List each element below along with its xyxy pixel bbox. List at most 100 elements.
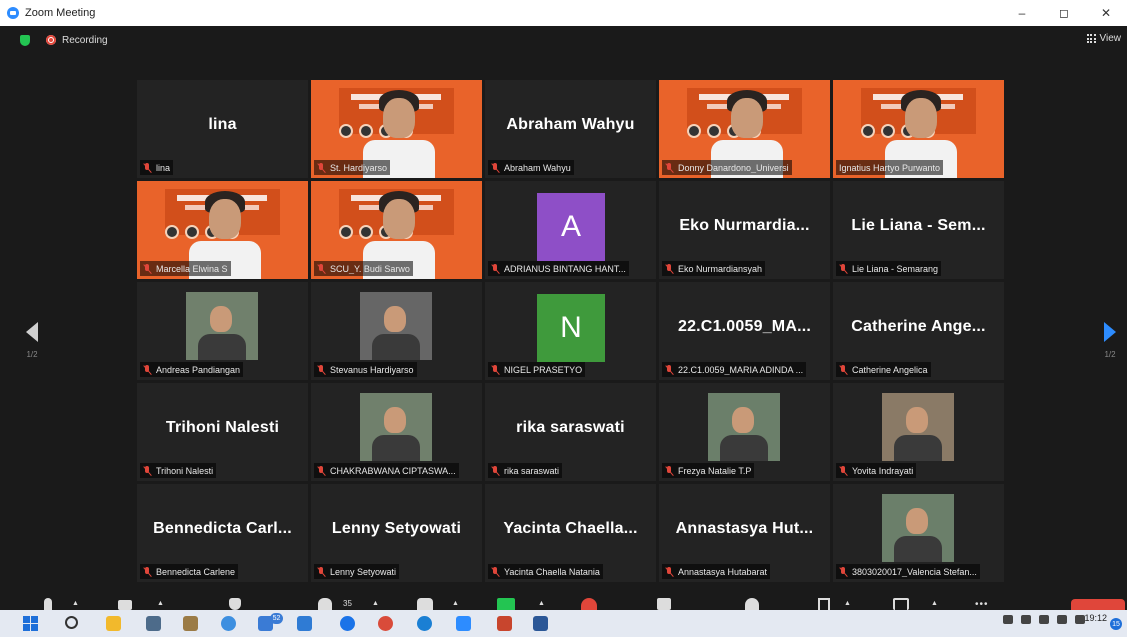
- reactions-icon[interactable]: [745, 598, 759, 610]
- participant-name-tag: Eko Nurmardiansyah: [662, 261, 766, 276]
- participant-tile[interactable]: A ADRIANUS BINTANG HANT...: [485, 181, 656, 279]
- participant-display-name: Bennedicta Carl...: [153, 520, 292, 537]
- chrome-icon[interactable]: [378, 616, 393, 631]
- mic-options-caret-icon[interactable]: ▲: [72, 600, 79, 607]
- volume-icon[interactable]: [1057, 615, 1067, 624]
- participant-name-tag: Trihoni Nalesti: [140, 463, 217, 478]
- participant-tile[interactable]: lina lina: [137, 80, 308, 178]
- notifications-badge[interactable]: 15: [1110, 618, 1122, 630]
- participant-display-name: Lie Liana - Sem...: [851, 217, 986, 234]
- muted-mic-icon: [839, 465, 848, 476]
- microphone-icon[interactable]: [44, 598, 52, 610]
- participant-name: Lie Liana - Semarang: [852, 263, 939, 274]
- chat-icon[interactable]: [417, 598, 433, 610]
- participant-tile[interactable]: Yacinta Chaella... Yacinta Chaella Natani…: [485, 484, 656, 582]
- close-button[interactable]: ✕: [1085, 0, 1127, 26]
- participant-tile[interactable]: rika saraswati rika saraswati: [485, 383, 656, 481]
- muted-mic-icon: [665, 364, 674, 375]
- muted-mic-icon: [143, 465, 152, 476]
- participant-tile[interactable]: Bennedicta Carl... Bennedicta Carlene: [137, 484, 308, 582]
- participant-tile[interactable]: Ignatius Hartyo Purwanto: [833, 80, 1004, 178]
- app-icon[interactable]: [146, 616, 161, 631]
- participant-name-tag: Annastasya Hutabarat: [662, 564, 771, 579]
- app-icon[interactable]: [183, 616, 198, 631]
- participant-name: 22.C1.0059_MARIA ADINDA ...: [678, 364, 804, 375]
- participant-tile[interactable]: SCU_Y. Budi Sarwo: [311, 181, 482, 279]
- participant-name-tag: 3803020017_Valencia Stefan...: [836, 564, 980, 579]
- encryption-shield-icon[interactable]: [20, 34, 30, 46]
- participant-tile[interactable]: Abraham Wahyu Abraham Wahyu: [485, 80, 656, 178]
- word-icon[interactable]: [533, 616, 548, 631]
- participant-tile[interactable]: St. Hardiyarso: [311, 80, 482, 178]
- share-screen-icon[interactable]: [497, 598, 515, 610]
- participant-name-tag: Yovita Indrayati: [836, 463, 917, 478]
- participant-tile[interactable]: Stevanus Hardiyarso: [311, 282, 482, 380]
- camera-icon[interactable]: [118, 600, 132, 610]
- participant-name-tag: Ignatius Hartyo Purwanto: [836, 160, 944, 175]
- taskbar-clock[interactable]: 19:12: [1084, 613, 1107, 624]
- zoom-app-icon[interactable]: [456, 616, 471, 631]
- system-tray: [1003, 615, 1093, 624]
- minimize-button[interactable]: –: [1001, 0, 1043, 26]
- next-page-arrow-icon[interactable]: [1104, 322, 1116, 342]
- participant-name-tag: Marcella Elwina S: [140, 261, 231, 276]
- browser-icon[interactable]: [340, 616, 355, 631]
- notes-icon[interactable]: [893, 598, 909, 610]
- tray-chevron-icon[interactable]: [1003, 615, 1013, 624]
- participant-tile[interactable]: Andreas Pandiangan: [137, 282, 308, 380]
- participant-photo: [186, 292, 258, 360]
- camera-options-caret-icon[interactable]: ▲: [157, 600, 164, 607]
- participant-name: NIGEL PRASETYO: [504, 364, 583, 375]
- more-options-button[interactable]: •••: [975, 599, 989, 610]
- security-icon[interactable]: [229, 598, 241, 610]
- app-icon[interactable]: [221, 616, 236, 631]
- microphone-tray-icon[interactable]: [1021, 615, 1031, 624]
- participant-tile[interactable]: Yovita Indrayati: [833, 383, 1004, 481]
- app-icon[interactable]: [297, 616, 312, 631]
- participant-tile[interactable]: Trihoni Nalesti Trihoni Nalesti: [137, 383, 308, 481]
- powerpoint-icon[interactable]: [497, 616, 512, 631]
- participant-tile[interactable]: Annastasya Hut... Annastasya Hutabarat: [659, 484, 830, 582]
- participant-tile[interactable]: Lenny Setyowati Lenny Setyowati: [311, 484, 482, 582]
- participant-name-tag: CHAKRABWANA CIPTASWA...: [314, 463, 459, 478]
- participant-name-tag: rika saraswati: [488, 463, 563, 478]
- apps-icon[interactable]: [657, 598, 671, 610]
- participants-icon[interactable]: [318, 598, 332, 610]
- participant-tile[interactable]: CHAKRABWANA CIPTASWA...: [311, 383, 482, 481]
- record-icon[interactable]: [581, 598, 597, 610]
- whiteboard-icon[interactable]: [818, 598, 830, 610]
- notes-caret-icon[interactable]: ▲: [931, 600, 938, 607]
- zoom-logo-icon: [7, 7, 19, 19]
- participant-display-name: 22.C1.0059_MA...: [677, 318, 812, 335]
- participant-tile[interactable]: Donny Danardono_Universi: [659, 80, 830, 178]
- windows-start-icon[interactable]: [23, 616, 38, 631]
- participant-name: rika saraswati: [504, 465, 560, 476]
- participant-tile[interactable]: Marcella Elwina S: [137, 181, 308, 279]
- participant-name: Annastasya Hutabarat: [678, 566, 768, 577]
- participant-tile[interactable]: Lie Liana - Sem... Lie Liana - Semarang: [833, 181, 1004, 279]
- participants-caret-icon[interactable]: ▲: [372, 600, 379, 607]
- participant-photo: [360, 292, 432, 360]
- participant-tile[interactable]: Eko Nurmardia... Eko Nurmardiansyah: [659, 181, 830, 279]
- maximize-button[interactable]: ◻: [1043, 0, 1085, 26]
- muted-mic-icon: [665, 263, 674, 274]
- participant-gallery: lina lina St. Hardiyarso Abraham Wahyu Abrah…: [137, 80, 1007, 582]
- participant-tile[interactable]: N NIGEL PRASETYO: [485, 282, 656, 380]
- view-button[interactable]: View: [1086, 33, 1121, 44]
- participant-tile[interactable]: 22.C1.0059_MA... 22.C1.0059_MARIA ADINDA …: [659, 282, 830, 380]
- window-titlebar: Zoom Meeting – ◻ ✕: [0, 0, 1127, 26]
- participant-tile[interactable]: Catherine Ange... Catherine Angelica: [833, 282, 1004, 380]
- search-icon[interactable]: [65, 616, 78, 629]
- end-meeting-button[interactable]: [1071, 599, 1125, 610]
- next-page-control: 1/2: [1098, 322, 1122, 359]
- participant-tile[interactable]: Frezya Natalie T.P: [659, 383, 830, 481]
- wifi-icon[interactable]: [1039, 615, 1049, 624]
- participant-tile[interactable]: 3803020017_Valencia Stefan...: [833, 484, 1004, 582]
- chat-caret-icon[interactable]: ▲: [452, 600, 459, 607]
- whiteboard-caret-icon[interactable]: ▲: [844, 600, 851, 607]
- file-explorer-icon[interactable]: [106, 616, 121, 631]
- edge-icon[interactable]: [417, 616, 432, 631]
- share-caret-icon[interactable]: ▲: [538, 600, 545, 607]
- prev-page-arrow-icon[interactable]: [26, 322, 38, 342]
- participant-display-name: Yacinta Chaella...: [503, 520, 638, 537]
